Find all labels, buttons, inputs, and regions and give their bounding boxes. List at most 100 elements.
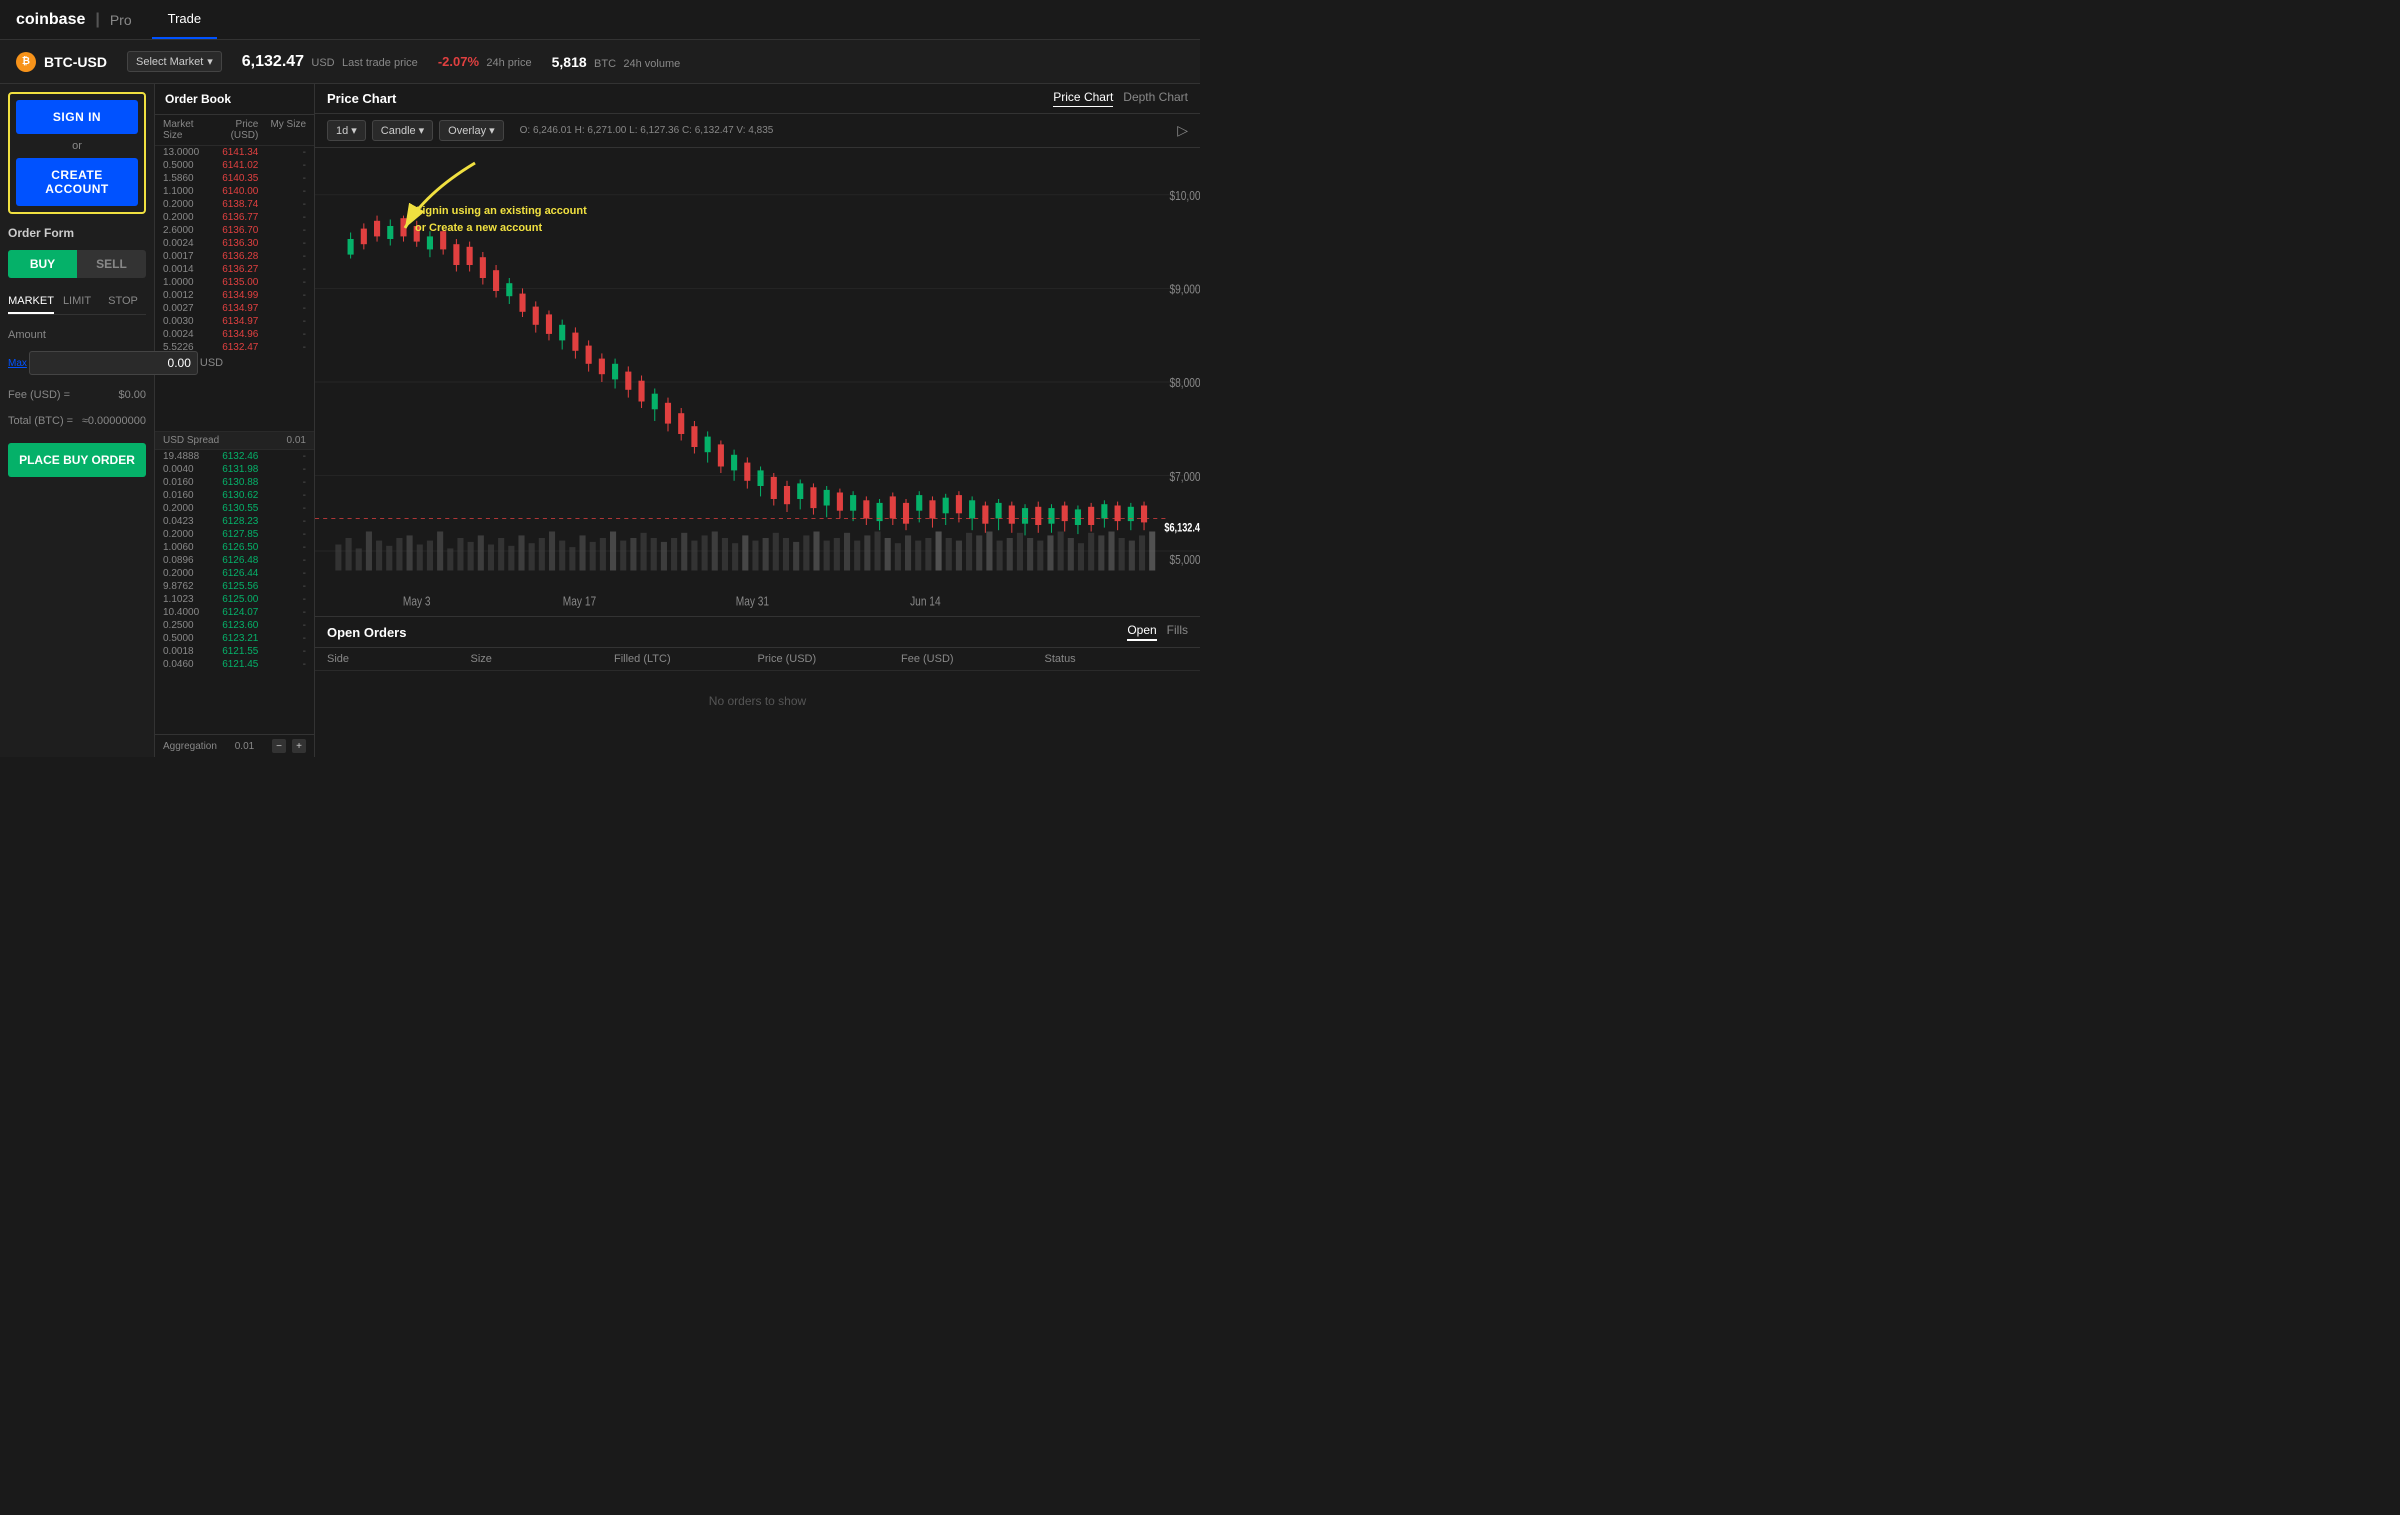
chevron-down-icon: ▾	[419, 124, 425, 137]
timeframe-button[interactable]: 1d ▾	[327, 120, 366, 141]
expand-icon[interactable]: ▷	[1177, 122, 1188, 139]
candle-type-button[interactable]: Candle ▾	[372, 120, 433, 141]
logo-name: coinbase	[16, 11, 85, 29]
stop-order-tab[interactable]: STOP	[100, 290, 146, 314]
spread-label: USD Spread	[163, 435, 219, 446]
ob-ask-row: 0.20006138.74-	[155, 198, 314, 211]
price-chart-area: Price Chart Price Chart Depth Chart 1d ▾…	[315, 84, 1200, 617]
market-pair: ₿ BTC-USD	[16, 52, 107, 72]
ob-bid-row: 10.40006124.07-	[155, 606, 314, 619]
max-link[interactable]: Max	[8, 358, 27, 369]
svg-text:$6,132.47: $6,132.47	[1164, 521, 1200, 534]
limit-order-tab[interactable]: LIMIT	[54, 290, 100, 314]
ob-bid-row: 0.25006123.60-	[155, 619, 314, 632]
sidebar: SIGN IN or CREATE ACCOUNT Order Form BUY…	[0, 84, 155, 757]
sign-in-box: SIGN IN or CREATE ACCOUNT	[8, 92, 146, 214]
sell-button[interactable]: SELL	[77, 250, 146, 278]
ob-ask-row: 13.00006141.34-	[155, 146, 314, 159]
candlestick-chart: $10,000 $9,000 $8,000 $7,000 $6,132.47 $…	[315, 148, 1200, 616]
or-label: or	[16, 140, 138, 152]
chart-ohlcv: O: 6,246.01 H: 6,271.00 L: 6,127.36 C: 6…	[520, 125, 774, 136]
fee-label: Fee (USD) =	[8, 389, 70, 401]
total-row: Total (BTC) = ≈0.00000000	[8, 415, 146, 427]
oo-col-side: Side	[327, 653, 471, 665]
logo: coinbase | Pro	[16, 11, 132, 29]
fills-tab[interactable]: Fills	[1167, 623, 1188, 641]
ob-ask-row: 0.00306134.97-	[155, 315, 314, 328]
agg-minus-button[interactable]: −	[272, 739, 286, 753]
oo-empty-message: No orders to show	[315, 671, 1200, 731]
nav-tabs: Trade	[152, 0, 217, 39]
chart-header: Price Chart Price Chart Depth Chart	[315, 84, 1200, 114]
ob-ask-row: 0.00246136.30-	[155, 237, 314, 250]
ob-ask-row: 0.50006141.02-	[155, 159, 314, 172]
buy-sell-tabs: BUY SELL	[8, 250, 146, 278]
total-value: ≈0.00000000	[82, 415, 146, 427]
ob-spread: USD Spread 0.01	[155, 431, 314, 450]
svg-text:May 17: May 17	[563, 594, 596, 608]
svg-text:$8,000: $8,000	[1169, 376, 1200, 390]
svg-text:$10,000: $10,000	[1169, 189, 1200, 203]
oo-col-size: Size	[471, 653, 615, 665]
agg-controls: − +	[272, 739, 306, 753]
market-order-tab[interactable]: MARKET	[8, 290, 54, 314]
open-tab[interactable]: Open	[1127, 623, 1156, 641]
chart-canvas: $10,000 $9,000 $8,000 $7,000 $6,132.47 $…	[315, 148, 1200, 616]
sign-in-button[interactable]: SIGN IN	[16, 100, 138, 134]
ob-bid-row: 0.01606130.88-	[155, 476, 314, 489]
amount-label: Amount	[8, 329, 146, 341]
oo-col-status: Status	[1045, 653, 1189, 665]
order-book-headers: Market Size Price (USD) My Size	[155, 115, 314, 146]
oo-col-filled: Filled (LTC)	[614, 653, 758, 665]
chart-title: Price Chart	[327, 91, 1045, 106]
ob-aggregation: Aggregation 0.01 − +	[155, 734, 314, 757]
btc-icon: ₿	[16, 52, 36, 72]
ob-ask-row: 0.00126134.99-	[155, 289, 314, 302]
svg-text:$7,000: $7,000	[1169, 470, 1200, 484]
create-account-button[interactable]: CREATE ACCOUNT	[16, 158, 138, 206]
ob-ask-row: 2.60006136.70-	[155, 224, 314, 237]
ob-ask-row: 1.58606140.35-	[155, 172, 314, 185]
buy-button[interactable]: BUY	[8, 250, 77, 278]
ob-ask-row: 0.00246134.96-	[155, 328, 314, 341]
main-layout: SIGN IN or CREATE ACCOUNT Order Form BUY…	[0, 84, 1200, 757]
open-orders: Open Orders Open Fills Side Size Filled …	[315, 617, 1200, 757]
depth-chart-tab[interactable]: Depth Chart	[1123, 90, 1188, 107]
agg-plus-button[interactable]: +	[292, 739, 306, 753]
ob-bid-row: 1.10236125.00-	[155, 593, 314, 606]
market-bar: ₿ BTC-USD Select Market ▾ 6,132.47 USD L…	[0, 40, 1200, 84]
overlay-button[interactable]: Overlay ▾	[439, 120, 503, 141]
ob-bid-row: 19.48886132.46-	[155, 450, 314, 463]
price-chart-tab[interactable]: Price Chart	[1053, 90, 1113, 107]
ob-ask-row: 0.20006136.77-	[155, 211, 314, 224]
select-market-button[interactable]: Select Market ▾	[127, 51, 222, 72]
chevron-down-icon: ▾	[489, 124, 495, 137]
ob-col-size: Market Size	[163, 119, 211, 141]
svg-text:$5,000: $5,000	[1169, 553, 1200, 567]
market-pair-label: BTC-USD	[44, 54, 107, 70]
ob-asks: 13.00006141.34-0.50006141.02-1.58606140.…	[155, 146, 314, 431]
oo-col-price: Price (USD)	[758, 653, 902, 665]
nav-tab-trade[interactable]: Trade	[152, 0, 217, 39]
chevron-down-icon: ▾	[207, 55, 213, 68]
ob-bid-row: 0.00186121.55-	[155, 645, 314, 658]
ob-ask-row: 0.00146136.27-	[155, 263, 314, 276]
ob-ask-row: 5.52266132.47-	[155, 341, 314, 354]
price-change: -2.07% 24h price	[438, 54, 532, 69]
ob-col-price: Price (USD)	[211, 119, 259, 141]
svg-text:May 3: May 3	[403, 594, 431, 608]
oo-column-headers: Side Size Filled (LTC) Price (USD) Fee (…	[315, 648, 1200, 671]
logo-pro: Pro	[110, 12, 132, 28]
place-order-button[interactable]: PLACE BUY ORDER	[8, 443, 146, 477]
ob-col-mysize: My Size	[258, 119, 306, 141]
last-trade-price: 6,132.47 USD Last trade price	[242, 53, 418, 71]
ob-bid-row: 9.87626125.56-	[155, 580, 314, 593]
ob-bid-row: 0.20006126.44-	[155, 567, 314, 580]
oo-col-fee: Fee (USD)	[901, 653, 1045, 665]
open-orders-header: Open Orders Open Fills	[315, 617, 1200, 648]
right-panel: Price Chart Price Chart Depth Chart 1d ▾…	[315, 84, 1200, 757]
chevron-down-icon: ▾	[351, 124, 357, 137]
header: coinbase | Pro Trade	[0, 0, 1200, 40]
chart-controls-row: 1d ▾ Candle ▾ Overlay ▾ O: 6,246.01 H: 6…	[315, 114, 1200, 148]
ob-bid-row: 0.50006123.21-	[155, 632, 314, 645]
